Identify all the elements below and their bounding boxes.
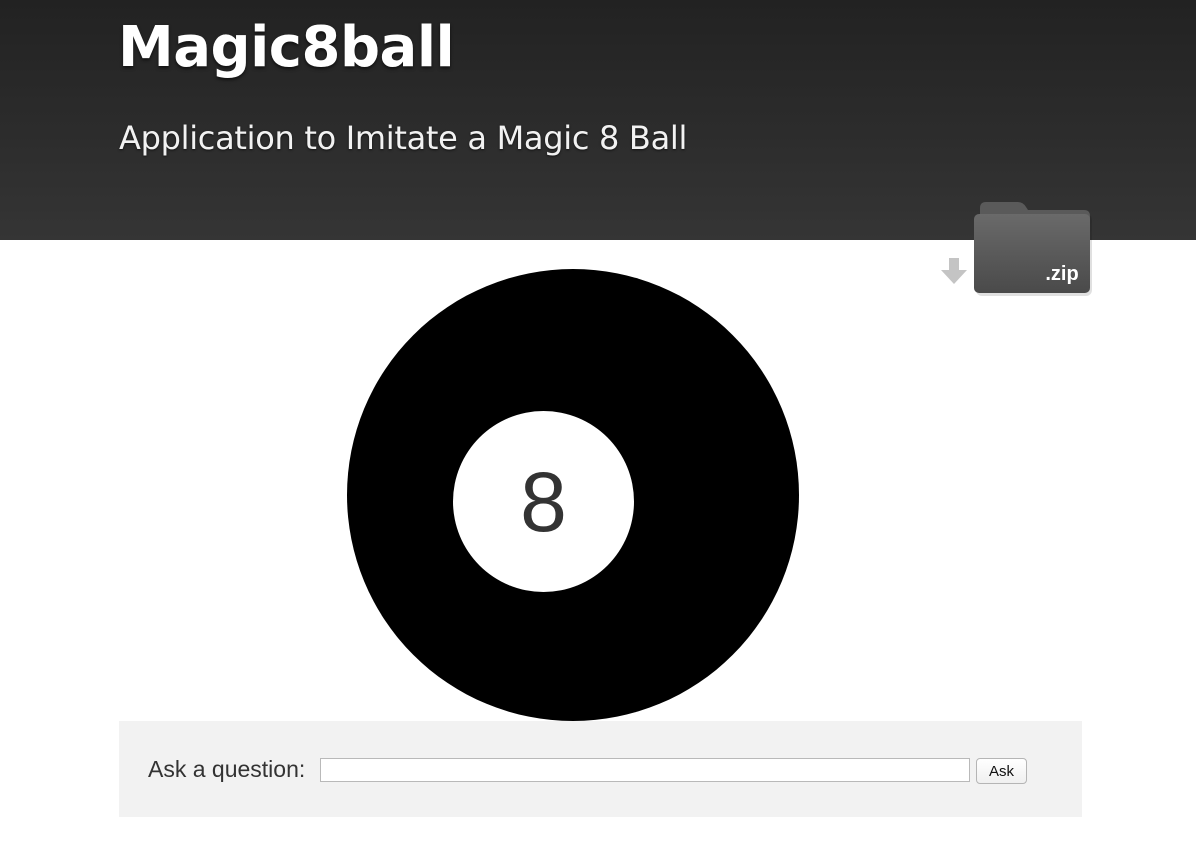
ball-window: 8 [453,411,634,592]
ask-button[interactable]: Ask [976,758,1027,784]
question-label: Ask a question: [148,756,306,782]
question-form: Ask a question: Ask [119,721,1082,817]
zip-label: .zip [1045,263,1078,285]
ball-number: 8 [520,454,567,549]
zip-folder-icon: .zip [941,202,1092,296]
page-subtitle: Application to Imitate a Magic 8 Ball [119,119,688,157]
download-zip-button[interactable]: .zip [938,198,1094,298]
download-arrow-icon [941,258,967,284]
question-input[interactable] [320,758,970,782]
page-title: Magic8ball [118,15,455,80]
magic-8-ball[interactable]: 8 [347,269,799,721]
